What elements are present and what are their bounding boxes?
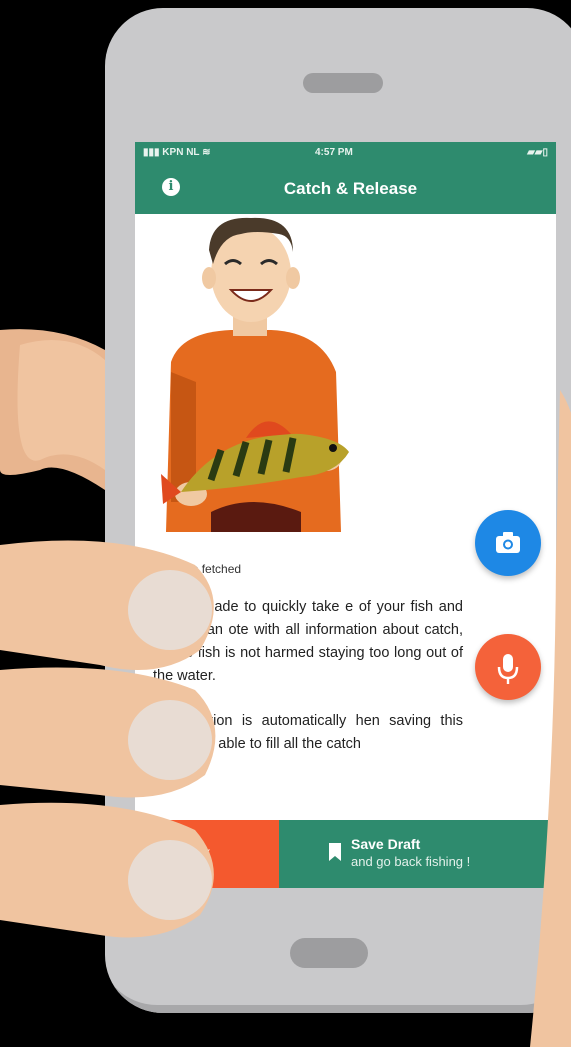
location-status: location fetched (157, 562, 242, 576)
microphone-button[interactable] (475, 634, 541, 700)
carrier-label: ▮▮▮ KPN NL ≋ (143, 147, 211, 158)
back-button[interactable]: Back (135, 820, 279, 888)
description-paragraph: atch is made to quickly take e of your f… (153, 599, 463, 684)
save-draft-sublabel: and go back fishing ! (351, 854, 471, 869)
signal-icon: ▮▮▮ (143, 147, 160, 158)
bookmark-icon (329, 843, 341, 861)
save-draft-button[interactable]: Save Draft and go back fishing ! (279, 820, 556, 888)
angler-illustration (161, 217, 349, 532)
battery-icon: ▰▰▯ (527, 147, 548, 158)
wifi-icon: ≋ (202, 147, 211, 158)
camera-button[interactable] (475, 510, 541, 576)
back-button-label: Back (179, 844, 211, 860)
status-time: 4:57 PM (315, 147, 353, 158)
description-paragraph: ed, location is automatically hen saving… (153, 713, 463, 752)
app-screen: ▮▮▮ KPN NL ≋ 4:57 PM ▰▰▯ i Catch & Relea… (135, 142, 556, 888)
save-draft-label: Save Draft (351, 836, 421, 852)
microphone-icon (497, 654, 519, 684)
phone-home-button (290, 938, 368, 968)
phone-speaker (303, 73, 383, 93)
camera-icon (496, 532, 520, 553)
status-bar: ▮▮▮ KPN NL ≋ 4:57 PM ▰▰▯ (135, 142, 556, 164)
app-bar: i Catch & Release (135, 164, 556, 214)
page-title: Catch & Release (283, 179, 418, 198)
description-text: atch is made to quickly take e of your f… (153, 596, 463, 778)
bottom-action-bar: Back Save Draft and go back fishing ! (135, 820, 556, 888)
